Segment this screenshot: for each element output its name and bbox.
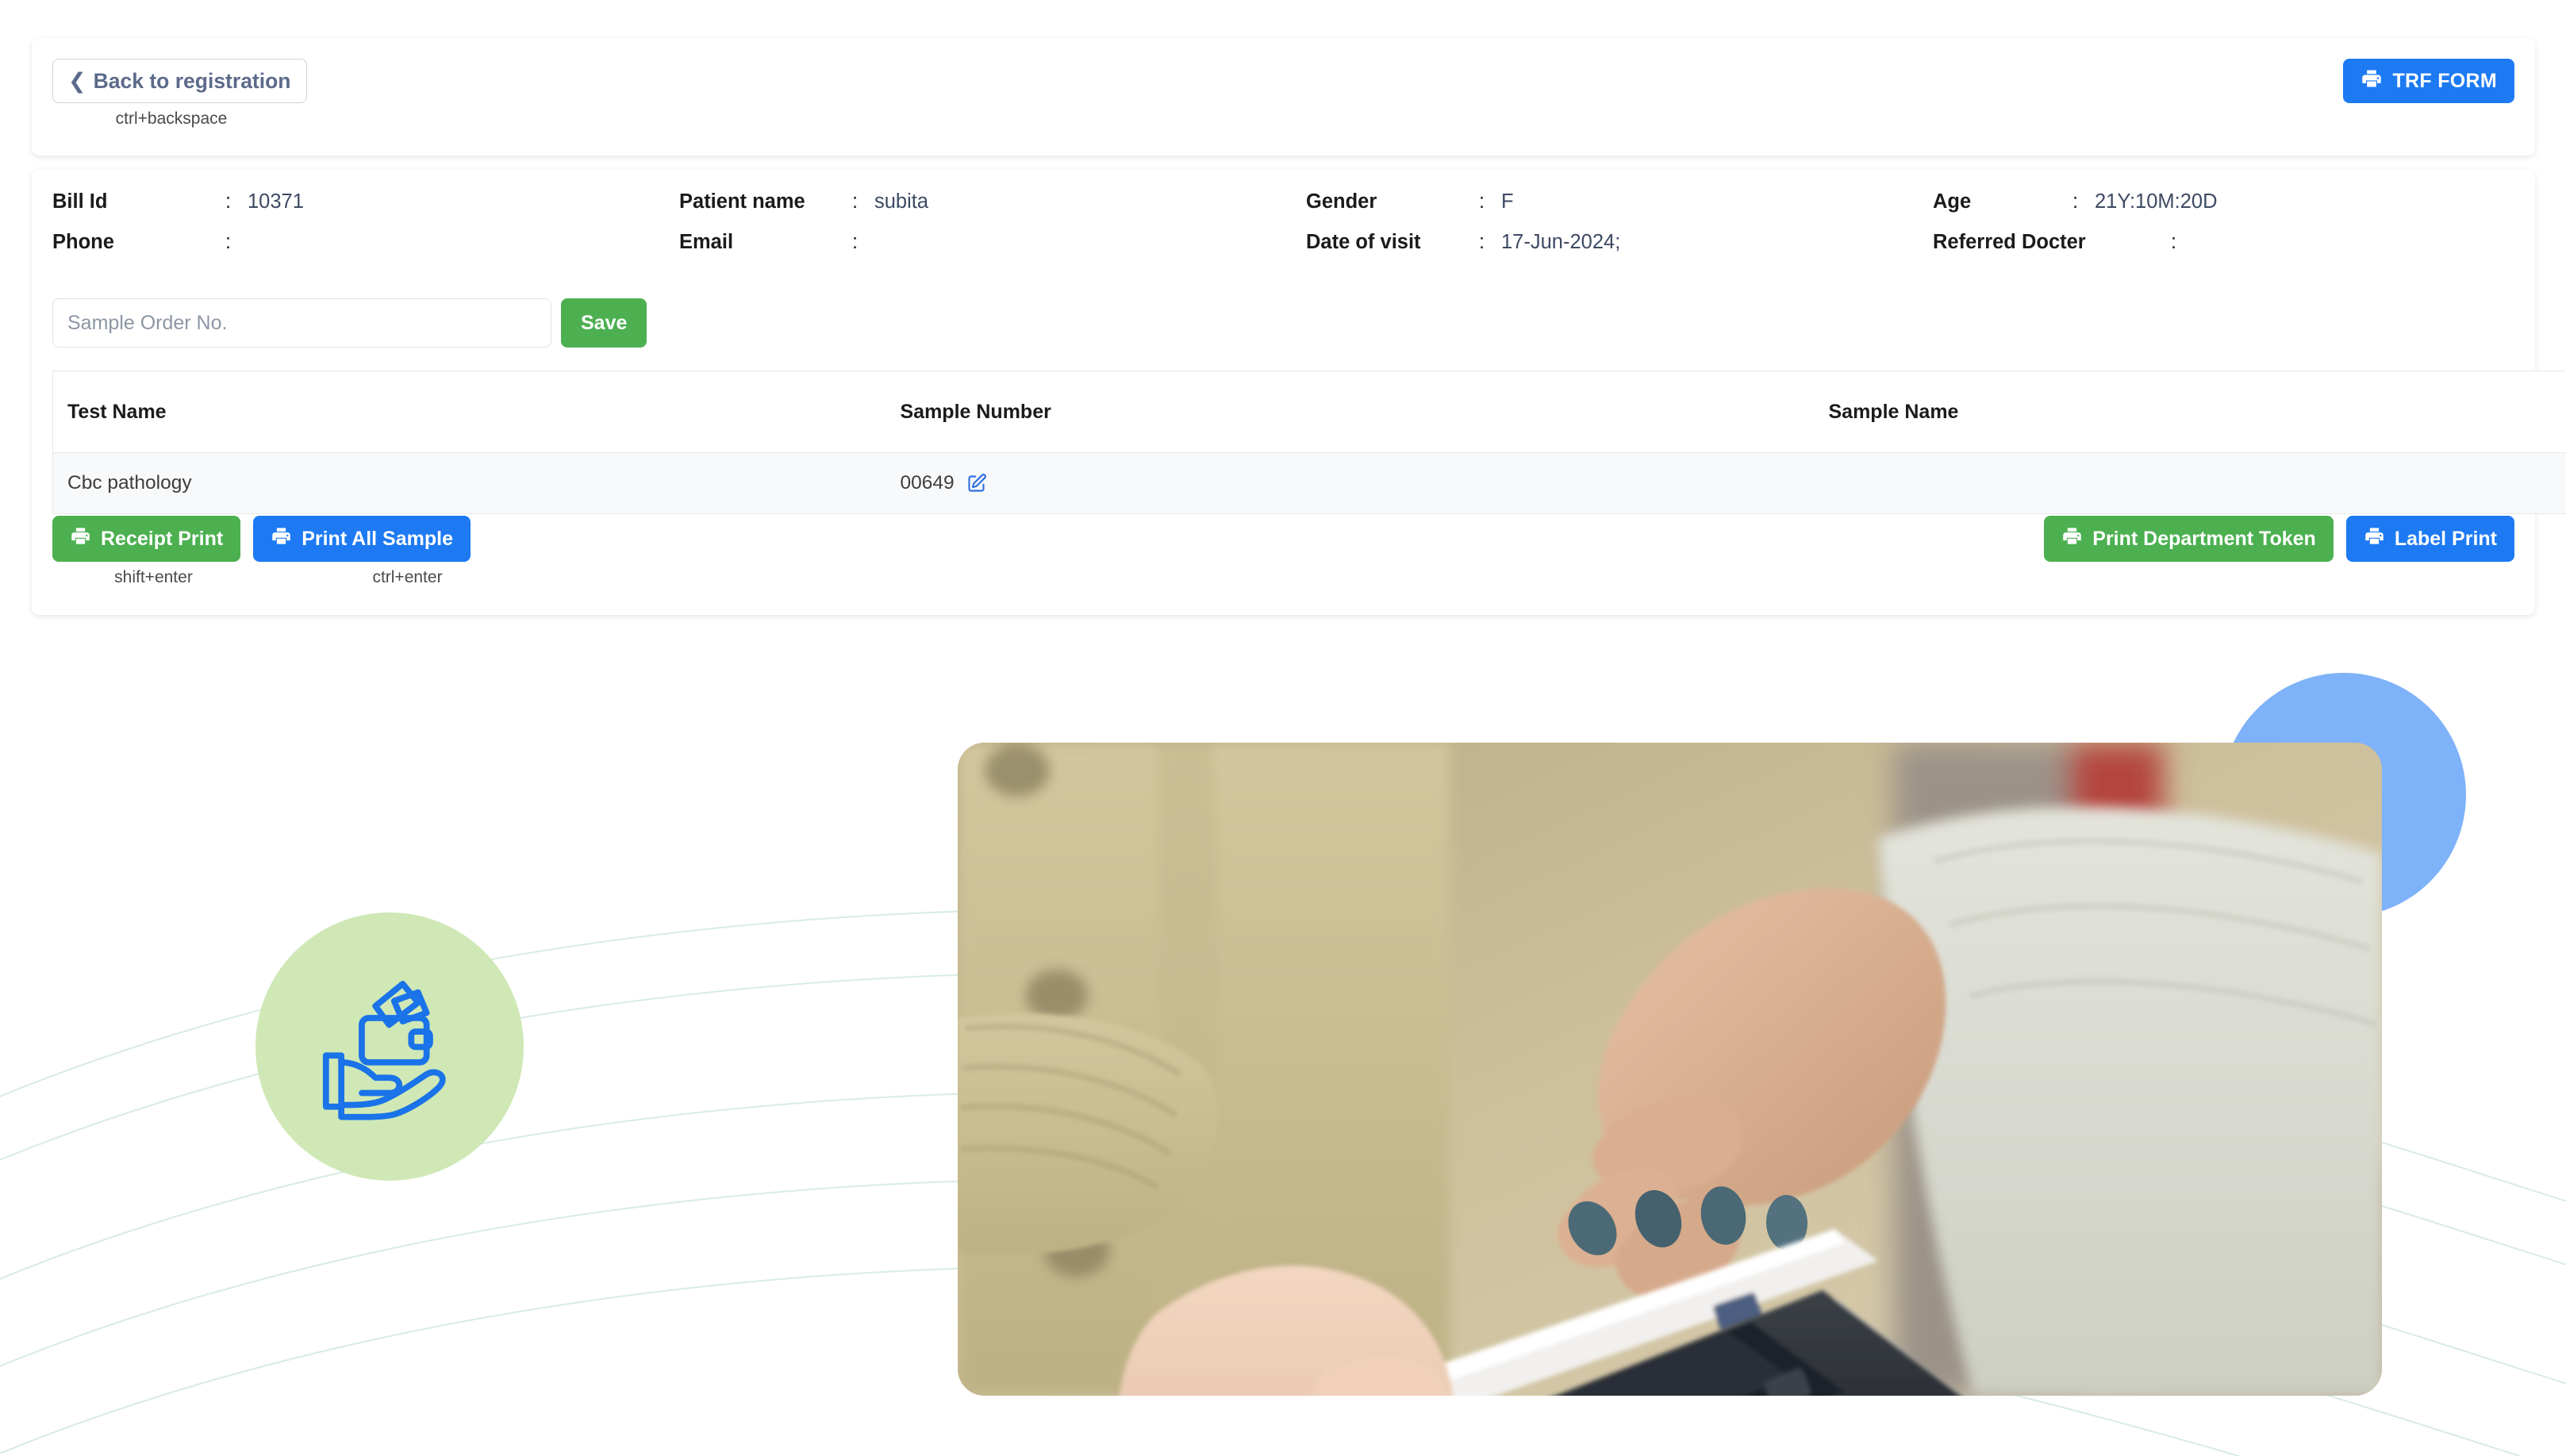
edit-pencil-icon[interactable] [966, 473, 987, 494]
info-label: Date of visit [1306, 231, 1421, 253]
info-label: Bill Id [52, 190, 108, 213]
app-page: ❮ Back to registration ctrl+backspace TR… [0, 0, 2566, 1456]
cell-sample-number: 00649 [885, 452, 1815, 514]
label-print-button[interactable]: Label Print [2345, 516, 2514, 562]
cell-sample-name [1814, 452, 2566, 514]
info-label: Gender [1306, 190, 1377, 213]
column-header-test-name: Test Name [52, 371, 886, 453]
payment-photo [958, 743, 2382, 1396]
trf-form-button[interactable]: TRF FORM [2343, 59, 2514, 103]
info-label: Age [1933, 190, 1972, 213]
info-value: F [1501, 190, 1514, 213]
top-toolbar-card: ❮ Back to registration ctrl+backspace TR… [32, 38, 2535, 156]
info-label: Phone [52, 231, 114, 253]
footer-right-actions: Print Department Token Label Print [2044, 516, 2514, 562]
print-all-sample-hint: ctrl+enter [372, 568, 443, 586]
footer-left-actions: Receipt Print Print All Sample [52, 516, 471, 562]
back-to-registration-label: Back to registration [93, 68, 291, 93]
info-gender: Gender : F [1306, 190, 1933, 213]
info-bill-id: Bill Id : 10371 [52, 190, 679, 213]
info-separator: : [2072, 190, 2079, 213]
printer-icon [70, 525, 91, 552]
table-row: Cbc pathology 00649 RECEIVED [52, 452, 2566, 514]
info-separator: : [225, 190, 232, 213]
sample-order-row: Save [52, 298, 647, 348]
info-separator: : [1479, 190, 1485, 213]
info-patient-name: Patient name : subita [679, 190, 1306, 213]
column-header-sample-number: Sample Number [885, 371, 1815, 453]
receipt-print-button[interactable]: Receipt Print [52, 516, 241, 562]
info-label: Email [679, 231, 734, 253]
table-header-row: Test Name Sample Number Sample Name Samp… [52, 371, 2566, 453]
info-separator: : [852, 190, 859, 213]
info-separator: : [2171, 231, 2177, 253]
save-button[interactable]: Save [561, 298, 647, 348]
patient-info-grid: Bill Id : 10371 Patient name : subita Ge… [52, 190, 2512, 254]
receipt-print-hint: shift+enter [114, 568, 193, 586]
sample-order-number-input[interactable] [52, 298, 551, 348]
info-label: Patient name [679, 190, 805, 213]
info-age: Age : 21Y:10M:20D [1933, 190, 2512, 213]
printer-icon [271, 525, 292, 552]
info-separator: : [852, 231, 859, 253]
info-value: 10371 [248, 190, 304, 213]
print-department-token-button[interactable]: Print Department Token [2044, 516, 2334, 562]
printer-icon [2360, 67, 2383, 95]
printer-icon [2061, 525, 2083, 552]
cell-test-name: Cbc pathology [52, 452, 886, 514]
info-value: subita [874, 190, 929, 213]
info-email: Email : [679, 231, 1306, 254]
wallet-in-hand-icon [322, 981, 446, 1120]
print-department-token-label: Print Department Token [2092, 527, 2316, 550]
info-label: Referred Docter [1933, 231, 2086, 253]
info-value: 17-Jun-2024; [1501, 231, 1621, 253]
receipt-print-label: Receipt Print [101, 527, 224, 550]
trf-form-label: TRF FORM [2392, 69, 2497, 92]
info-value: 21Y:10M:20D [2095, 190, 2218, 213]
print-all-sample-label: Print All Sample [302, 527, 453, 550]
samples-table: Test Name Sample Number Sample Name Samp… [52, 371, 2566, 514]
sample-collection-card: Bill Id : 10371 Patient name : subita Ge… [32, 170, 2566, 615]
info-referred-doctor: Referred Docter : [1933, 231, 2512, 254]
sample-number-value: 00649 [900, 472, 955, 494]
back-shortcut-hint: ctrl+backspace [115, 109, 228, 128]
chevron-left-icon: ❮ [68, 68, 86, 93]
info-separator: : [1479, 231, 1485, 253]
info-date-of-visit: Date of visit : 17-Jun-2024; [1306, 231, 1933, 254]
info-phone: Phone : [52, 231, 679, 254]
printer-icon [2364, 525, 2385, 552]
print-all-sample-button[interactable]: Print All Sample [253, 516, 471, 562]
column-header-sample-name: Sample Name [1814, 371, 2566, 453]
label-print-label: Label Print [2394, 527, 2497, 550]
info-separator: : [225, 231, 232, 253]
footer-shortcut-hints: shift+enter ctrl+enter [52, 568, 544, 587]
back-to-registration-button[interactable]: ❮ Back to registration [52, 59, 307, 103]
